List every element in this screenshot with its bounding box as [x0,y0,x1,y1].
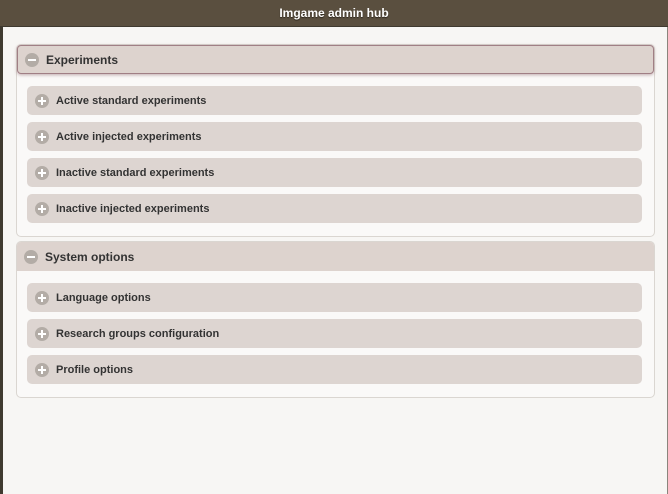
app-header: Imgame admin hub [0,0,668,27]
plus-circle-icon [35,201,49,216]
plus-circle-icon [35,129,49,144]
item-label: Active injected experiments [56,130,202,143]
item-label: Inactive standard experiments [56,166,215,179]
system-options-section-header[interactable]: System options [17,242,654,271]
section-title: System options [45,249,135,264]
collapsible-item-active-standard-experiments[interactable]: Active standard experiments [27,86,642,115]
item-label: Profile options [56,363,133,376]
window-frame-left [0,0,3,494]
collapsible-item-inactive-injected-experiments[interactable]: Inactive injected experiments [27,194,642,223]
experiments-section-header[interactable]: Experiments [17,45,654,74]
section-title: Experiments [46,52,119,67]
minus-circle-icon [25,52,39,67]
plus-circle-icon [35,326,49,341]
collapsible-item-research-groups-configuration[interactable]: Research groups configuration [27,319,642,348]
plus-circle-icon [35,93,49,108]
experiments-section: Experiments Active standard experiments … [16,44,655,237]
item-label: Inactive injected experiments [56,202,210,215]
collapsible-item-language-options[interactable]: Language options [27,283,642,312]
item-label: Active standard experiments [56,94,207,107]
collapsible-item-inactive-standard-experiments[interactable]: Inactive standard experiments [27,158,642,187]
collapsible-item-active-injected-experiments[interactable]: Active injected experiments [27,122,642,151]
item-label: Language options [56,291,151,304]
plus-circle-icon [35,165,49,180]
item-label: Research groups configuration [56,327,220,340]
collapsible-item-profile-options[interactable]: Profile options [27,355,642,384]
app-title: Imgame admin hub [279,6,389,20]
minus-circle-icon [24,249,38,264]
plus-circle-icon [35,362,49,377]
plus-circle-icon [35,290,49,305]
system-options-section: System options Language options Research… [16,241,655,398]
